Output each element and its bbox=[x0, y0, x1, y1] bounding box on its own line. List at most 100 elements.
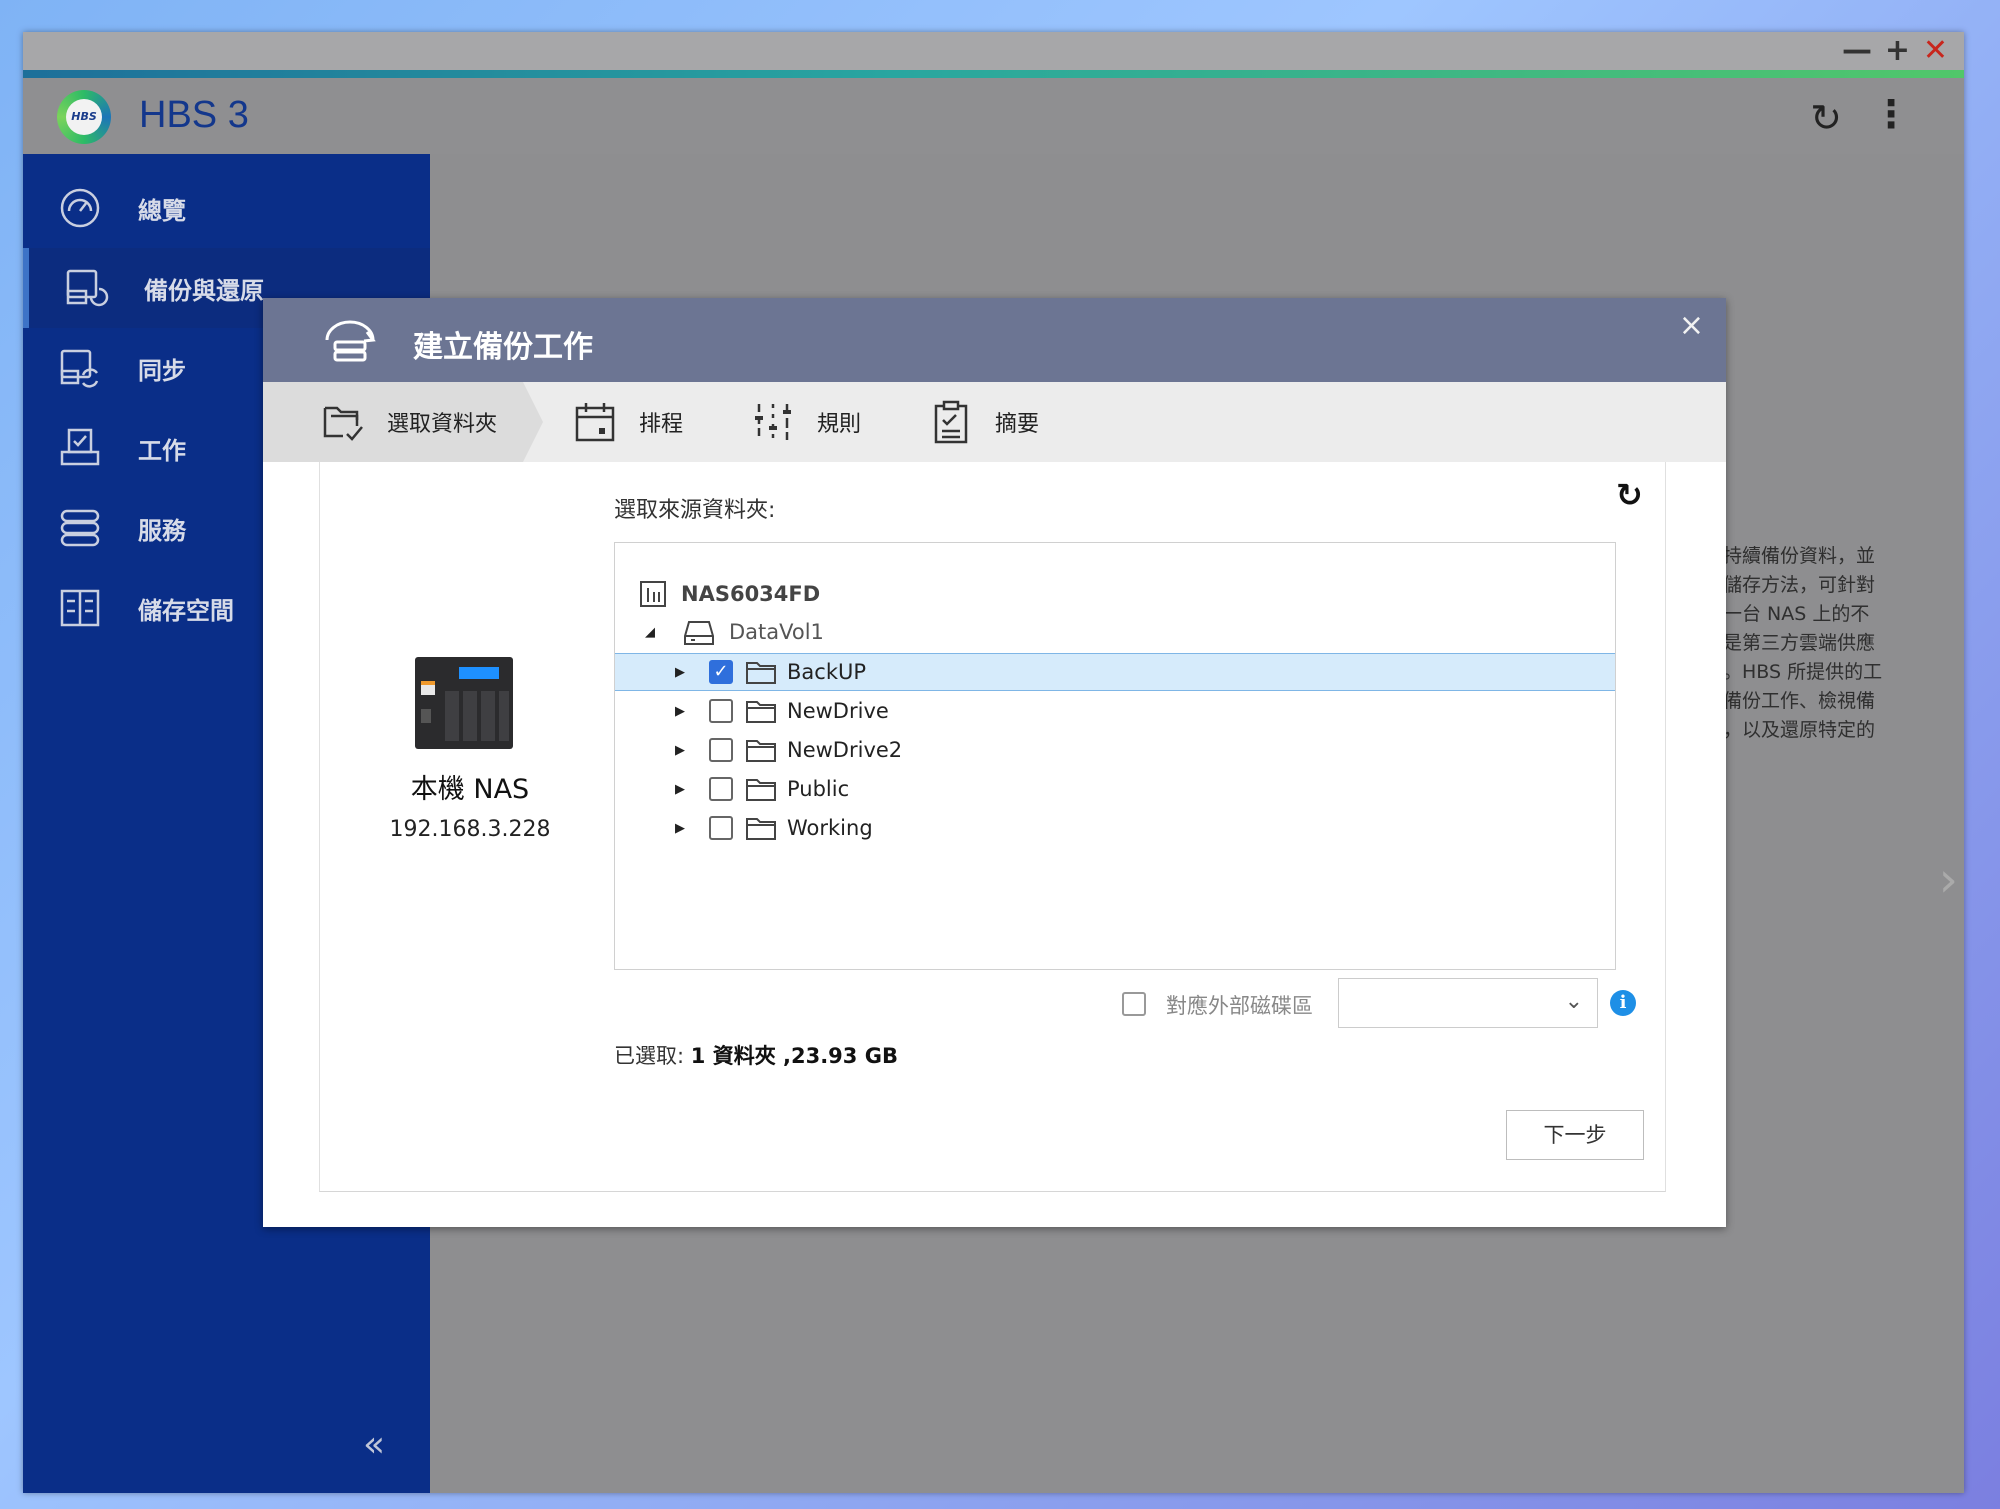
folder-checkbox[interactable] bbox=[709, 699, 733, 723]
more-vertical-icon[interactable]: ⋮ bbox=[1872, 92, 1910, 136]
sidebar-item-label: 工作 bbox=[138, 436, 186, 465]
selection-summary-value: 1 資料夾 ,23.93 GB bbox=[690, 1044, 898, 1068]
storage-space-icon bbox=[60, 589, 100, 627]
background-description: 持續備份資料，並 儲存方法，可針對 一台 NAS 上的不 是第三方雲端供應 。H… bbox=[1723, 542, 1963, 745]
app-header: HBS HBS 3 ↻ ⋮ bbox=[23, 78, 1964, 154]
description-line: 是第三方雲端供應 bbox=[1723, 632, 1876, 654]
tree-expand-icon[interactable]: ▶ bbox=[675, 743, 685, 758]
tree-row-volume[interactable]: ◢ DataVol1 bbox=[615, 613, 1615, 651]
description-line: 儲存方法，可針對 bbox=[1723, 574, 1876, 596]
dialog-header: 建立備份工作 × bbox=[263, 298, 1726, 382]
hbs-logo-icon: HBS bbox=[57, 90, 111, 144]
selection-summary-prefix: 已選取: bbox=[614, 1044, 691, 1068]
calendar-icon bbox=[575, 403, 615, 442]
tree-expanded-icon[interactable]: ◢ bbox=[645, 625, 655, 640]
dialog-title: 建立備份工作 bbox=[413, 330, 593, 365]
selection-summary: 已選取: 1 資料夾 ,23.93 GB bbox=[614, 1040, 898, 1070]
description-line: 備份工作、檢視備 bbox=[1723, 690, 1876, 712]
folder-icon bbox=[746, 779, 776, 801]
wizard-steps: 選取資料夾 排程 規則 摘要 bbox=[263, 382, 1726, 462]
step-label: 排程 bbox=[639, 412, 684, 437]
chevron-right-icon[interactable]: › bbox=[1939, 852, 1958, 908]
refresh-icon[interactable]: ↻ bbox=[1810, 96, 1842, 140]
tree-expand-icon[interactable]: ▶ bbox=[675, 665, 685, 680]
tree-volume-label: DataVol1 bbox=[729, 620, 824, 644]
folder-name: BackUP bbox=[787, 660, 867, 684]
rules-sliders-icon bbox=[755, 404, 791, 440]
chevron-down-icon: ⌄ bbox=[1564, 989, 1583, 1014]
sidebar-item-label: 總覽 bbox=[138, 196, 186, 225]
services-icon bbox=[60, 509, 100, 547]
step-label: 選取資料夾 bbox=[387, 412, 498, 437]
folder-name: NewDrive2 bbox=[787, 738, 903, 762]
description-line: 。HBS 所提供的工 bbox=[1723, 661, 1883, 683]
folder-icon bbox=[746, 740, 776, 762]
tree-expand-icon[interactable]: ▶ bbox=[675, 782, 685, 797]
window-titlebar: — + ✕ bbox=[23, 32, 1964, 70]
folder-name: Public bbox=[787, 777, 850, 801]
tree-row-folder[interactable]: ▶ Public bbox=[615, 770, 1615, 808]
sync-icon bbox=[60, 349, 99, 388]
collapse-sidebar-button[interactable]: « bbox=[363, 1424, 385, 1465]
folder-icon bbox=[746, 662, 776, 684]
app-title: HBS 3 bbox=[139, 94, 249, 136]
folder-tree: NAS6034FD ◢ DataVol1 ▶ ✓ BackUP ▶ NewDri… bbox=[614, 542, 1616, 970]
tree-expand-icon[interactable]: ▶ bbox=[675, 704, 685, 719]
folder-icon bbox=[746, 701, 776, 723]
maximize-button[interactable]: + bbox=[1885, 36, 1910, 66]
volume-drive-icon bbox=[684, 621, 714, 645]
sidebar-item-label: 備份與還原 bbox=[144, 276, 264, 305]
external-volume-label: 對應外部磁碟區 bbox=[1166, 994, 1313, 1018]
tree-row-folder[interactable]: ▶ NewDrive bbox=[615, 692, 1615, 730]
backup-restore-icon bbox=[66, 269, 109, 307]
step-schedule[interactable]: 排程 bbox=[573, 382, 683, 462]
refresh-icon[interactable]: ↻ bbox=[1616, 476, 1643, 514]
source-device-name: 本機 NAS bbox=[410, 774, 530, 805]
step-summary[interactable]: 摘要 bbox=[929, 382, 1039, 462]
step-label: 規則 bbox=[817, 412, 862, 437]
step-rules[interactable]: 規則 bbox=[751, 382, 861, 462]
tree-root-label: NAS6034FD bbox=[681, 582, 821, 606]
description-line: 持續備份資料，並 bbox=[1723, 545, 1876, 567]
tree-row-folder[interactable]: ▶ ✓ BackUP bbox=[615, 653, 1615, 691]
tree-expand-icon[interactable]: ▶ bbox=[675, 821, 685, 836]
nas-device-icon bbox=[415, 657, 513, 749]
description-line: ，以及還原特定的 bbox=[1723, 719, 1876, 741]
tree-row-root[interactable]: NAS6034FD bbox=[615, 575, 1615, 613]
sidebar-item-label: 儲存空間 bbox=[138, 596, 234, 625]
step-label: 摘要 bbox=[995, 412, 1040, 437]
next-button[interactable]: 下一步 bbox=[1506, 1110, 1644, 1160]
close-window-button[interactable]: ✕ bbox=[1923, 36, 1948, 66]
sidebar-item-label: 同步 bbox=[138, 356, 186, 385]
source-folder-label: 選取來源資料夾: bbox=[614, 498, 776, 523]
folder-icon bbox=[746, 818, 776, 840]
select-folder-icon bbox=[323, 406, 363, 441]
description-line: 一台 NAS 上的不 bbox=[1723, 603, 1870, 625]
folder-name: NewDrive bbox=[787, 699, 889, 723]
accent-strip bbox=[23, 70, 1964, 78]
info-icon[interactable]: i bbox=[1610, 990, 1636, 1016]
sidebar-item-label: 服務 bbox=[138, 516, 186, 545]
external-volume-checkbox[interactable] bbox=[1122, 992, 1146, 1016]
backup-job-icon bbox=[325, 320, 376, 362]
folder-checkbox[interactable] bbox=[709, 816, 733, 840]
folder-checkbox[interactable] bbox=[709, 738, 733, 762]
sidebar-item-overview[interactable]: 總覽 bbox=[23, 168, 430, 248]
create-backup-job-dialog: 建立備份工作 × 選取資料夾 排程 規則 摘要 本機 NAS 192.168.3… bbox=[263, 298, 1726, 1227]
folder-checkbox[interactable] bbox=[709, 777, 733, 801]
tree-row-folder[interactable]: ▶ Working bbox=[615, 809, 1615, 847]
dialog-close-button[interactable]: × bbox=[1679, 308, 1704, 343]
nas-server-icon bbox=[640, 581, 666, 607]
summary-clipboard-icon bbox=[934, 400, 968, 444]
dashboard-gauge-icon bbox=[60, 188, 100, 228]
logo-text: HBS bbox=[66, 99, 102, 135]
dialog-content: 本機 NAS 192.168.3.228 選取來源資料夾: ↻ NAS6034F… bbox=[319, 462, 1666, 1192]
folder-checkbox[interactable]: ✓ bbox=[709, 660, 733, 684]
minimize-button[interactable]: — bbox=[1842, 36, 1872, 66]
external-volume-select[interactable]: ⌄ bbox=[1338, 978, 1598, 1028]
folder-name: Working bbox=[787, 816, 873, 840]
step-select-folder[interactable]: 選取資料夾 bbox=[321, 382, 497, 462]
job-tray-icon bbox=[60, 428, 100, 466]
source-device-ip: 192.168.3.228 bbox=[389, 817, 551, 842]
tree-row-folder[interactable]: ▶ NewDrive2 bbox=[615, 731, 1615, 769]
